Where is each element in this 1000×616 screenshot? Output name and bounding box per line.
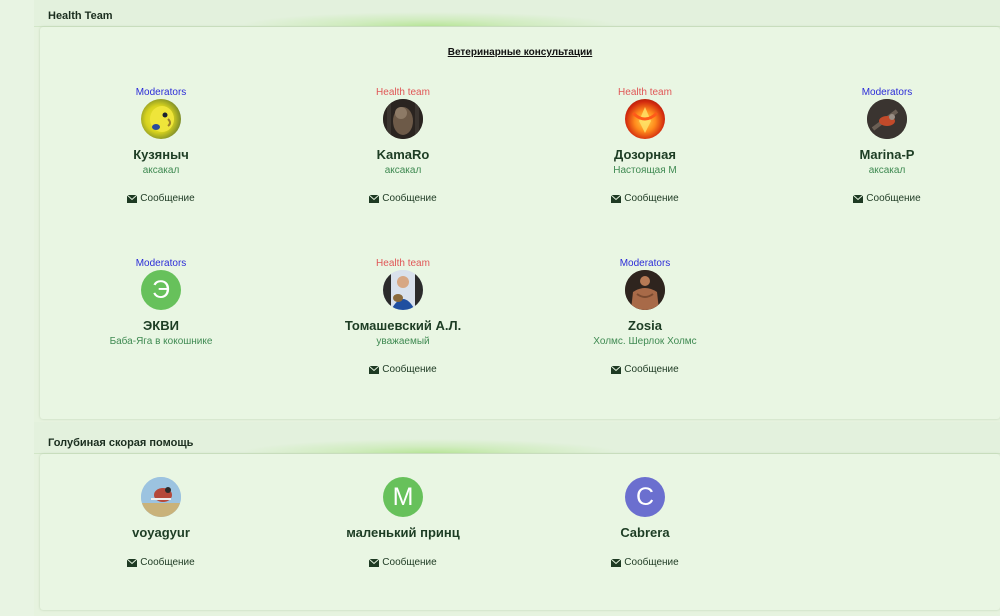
message-button[interactable]: Сообщение (611, 364, 679, 375)
member-group: Health team (618, 87, 672, 98)
message-label: Сообщение (624, 193, 679, 204)
avatar[interactable] (141, 99, 181, 139)
member-group: Moderators (135, 87, 187, 98)
member-rank: Холмс. Шерлок Холмс (593, 336, 697, 347)
message-label: Сообщение (140, 557, 195, 568)
avatar[interactable] (383, 99, 423, 139)
section-health-team: Health Team Ветеринарные консультации Mo… (34, 7, 1000, 422)
section-title: Голубиная скорая помощь (48, 437, 194, 449)
member-rank: аксакал (142, 165, 180, 176)
envelope-icon (853, 194, 864, 203)
member-group: Moderators (135, 258, 187, 269)
message-label: Сообщение (624, 364, 679, 375)
message-button[interactable]: Сообщение (611, 557, 679, 568)
avatar[interactable] (625, 99, 665, 139)
member-card: Moderators Marina-P аксакал Сообщение (766, 86, 1000, 208)
member-rank: Настоящая М (613, 165, 677, 176)
budgie-image (150, 106, 174, 132)
message-button[interactable]: Сообщение (853, 193, 921, 204)
envelope-icon (611, 365, 622, 374)
section-body: voyagyur Сообщение М маленький принц Соо… (40, 454, 1000, 610)
avatar[interactable] (383, 270, 423, 310)
member-card: Health team Томашевский А.Л. уважаемый С… (282, 257, 524, 379)
member-group: Health team (376, 87, 430, 98)
member-rank: Баба-Яга в кокошнике (109, 336, 213, 347)
person-photo-image (625, 270, 665, 310)
member-rank: уважаемый (376, 336, 430, 347)
message-button[interactable]: Сообщение (127, 557, 195, 568)
member-card: C Cabrera Сообщение (524, 477, 766, 572)
message-label: Сообщение (382, 557, 437, 568)
member-name[interactable]: Дозорная (524, 147, 766, 163)
section-header: Health Team (34, 7, 1000, 27)
section-pigeon-ambulance: Голубиная скорая помощь voyagyur Сообщен… (34, 434, 1000, 616)
member-group: Moderators (861, 87, 913, 98)
message-button[interactable]: Сообщение (369, 557, 437, 568)
avatar[interactable] (867, 99, 907, 139)
member-rank: аксакал (868, 165, 906, 176)
avatar-letter[interactable]: М (383, 477, 423, 517)
member-card: voyagyur Сообщение (40, 477, 282, 572)
message-button[interactable]: Сообщение (127, 193, 195, 204)
message-button[interactable]: Сообщение (369, 193, 437, 204)
bird-photo-image (867, 99, 907, 139)
message-label: Сообщение (140, 193, 195, 204)
member-card: Health team KamaRo аксакал Сообщение (282, 86, 524, 208)
message-label: Сообщение (382, 193, 437, 204)
envelope-icon (369, 558, 380, 567)
envelope-icon (369, 365, 380, 374)
avatar[interactable] (625, 270, 665, 310)
avatar[interactable] (141, 477, 181, 517)
pigeon-photo-image (141, 477, 181, 517)
member-name[interactable]: KamaRo (282, 147, 524, 163)
member-name[interactable]: Cabrera (524, 525, 766, 541)
member-card: М маленький принц Сообщение (282, 477, 524, 572)
member-name[interactable]: маленький принц (282, 525, 524, 541)
section-body: Ветеринарные консультации Moderators Куз… (40, 27, 1000, 419)
member-name[interactable]: Кузяныч (40, 147, 282, 163)
message-label: Сообщение (382, 364, 437, 375)
member-card: Moderators Э ЭКВИ Баба-Яга в кокошнике (40, 257, 282, 348)
person-photo-image (383, 270, 423, 310)
envelope-icon (127, 558, 138, 567)
bird-photo-image (383, 99, 423, 139)
envelope-icon (611, 194, 622, 203)
message-label: Сообщение (866, 193, 921, 204)
member-name[interactable]: ЭКВИ (40, 318, 282, 334)
member-name[interactable]: Marina-P (766, 147, 1000, 163)
avatar-letter[interactable]: Э (141, 270, 181, 310)
left-margin (0, 0, 34, 616)
phoenix-image (631, 107, 659, 133)
message-button[interactable]: Сообщение (369, 364, 437, 375)
section-header: Голубиная скорая помощь (34, 434, 1000, 454)
message-label: Сообщение (624, 557, 679, 568)
member-card: Moderators Кузяныч аксакал Сообщение (40, 86, 282, 208)
member-rank: аксакал (384, 165, 422, 176)
team-subtitle-link[interactable]: Ветеринарные консультации (40, 47, 1000, 58)
section-title: Health Team (48, 10, 113, 22)
avatar-letter[interactable]: C (625, 477, 665, 517)
member-name[interactable]: voyagyur (40, 525, 282, 541)
envelope-icon (369, 194, 380, 203)
member-group: Moderators (619, 258, 671, 269)
member-group: Health team (376, 258, 430, 269)
member-card: Moderators Zosia Холмс. Шерлок Холмс Соо… (524, 257, 766, 379)
message-button[interactable]: Сообщение (611, 193, 679, 204)
member-card: Health team Дозорная Настоящая М Сообщен… (524, 86, 766, 208)
envelope-icon (611, 558, 622, 567)
envelope-icon (127, 194, 138, 203)
member-name[interactable]: Zosia (524, 318, 766, 334)
member-name[interactable]: Томашевский А.Л. (282, 318, 524, 334)
